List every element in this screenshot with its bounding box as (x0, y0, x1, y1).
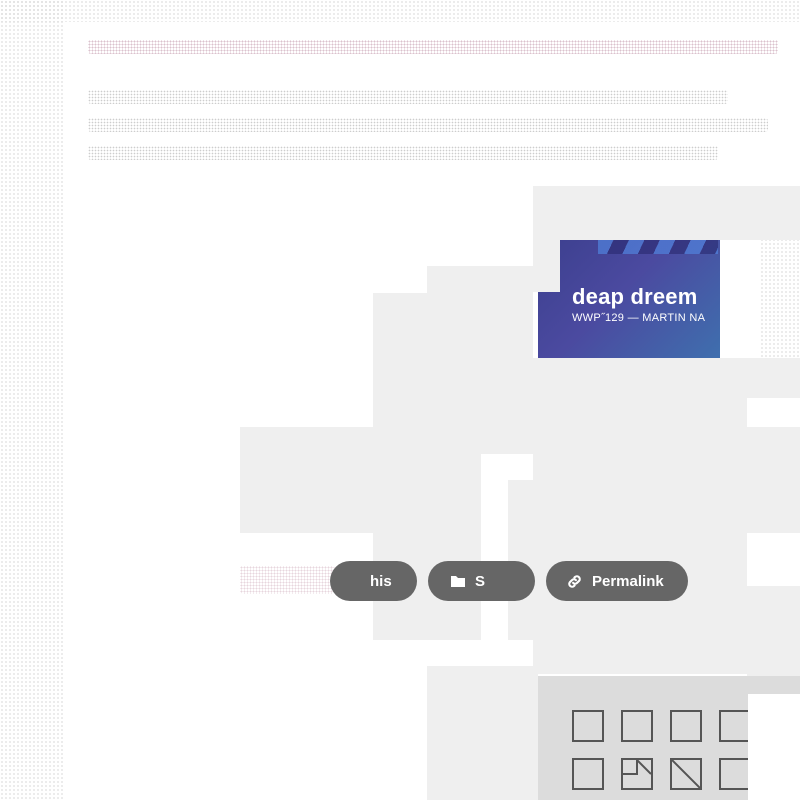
gap (481, 454, 533, 480)
faint-label (240, 566, 335, 594)
faint-title-line (88, 40, 778, 54)
grid-cell (719, 758, 751, 790)
share-button[interactable]: his (330, 561, 417, 601)
placeholder-block (747, 586, 800, 676)
placeholder-block (747, 427, 800, 533)
permalink-label: Permalink (592, 572, 664, 590)
grid-cell (670, 710, 702, 742)
grid-cell (572, 710, 604, 742)
page-noise-top (0, 0, 800, 22)
permalink-button[interactable]: Permalink (546, 561, 688, 601)
placeholder-block (533, 358, 747, 674)
placeholder-block (533, 186, 800, 240)
folder-icon (451, 576, 465, 587)
category-label: S (475, 572, 486, 590)
grid-cell (621, 758, 653, 790)
faint-text-line (88, 90, 728, 104)
grid-cell (621, 710, 653, 742)
page-noise-left (0, 0, 64, 800)
category-button[interactable]: S (428, 561, 535, 601)
thumbnail-title: deap dreem (572, 284, 698, 309)
grid-cell (670, 758, 702, 790)
thumbnail-subtitle: WWP˝129 — MARTIN NA (572, 312, 706, 324)
thumbnail-pattern (598, 240, 718, 254)
post-thumbnail[interactable]: deap dreem WWP˝129 — MARTIN NA (538, 240, 720, 358)
grid-diagram-image[interactable] (538, 676, 800, 800)
image-cutoff (748, 694, 800, 800)
faint-text-line (88, 118, 768, 132)
placeholder-block (427, 266, 533, 306)
grid-cell (719, 710, 751, 742)
share-label: his (370, 572, 392, 590)
thumbnail-mask (538, 240, 560, 292)
faint-text-line (88, 146, 718, 160)
grid-cell (572, 758, 604, 790)
gap (481, 454, 508, 640)
placeholder-block (427, 666, 538, 800)
placeholder-block (720, 358, 800, 398)
cell-diagonal (671, 759, 701, 789)
cell-diagonal (623, 759, 652, 775)
link-icon (568, 574, 581, 588)
